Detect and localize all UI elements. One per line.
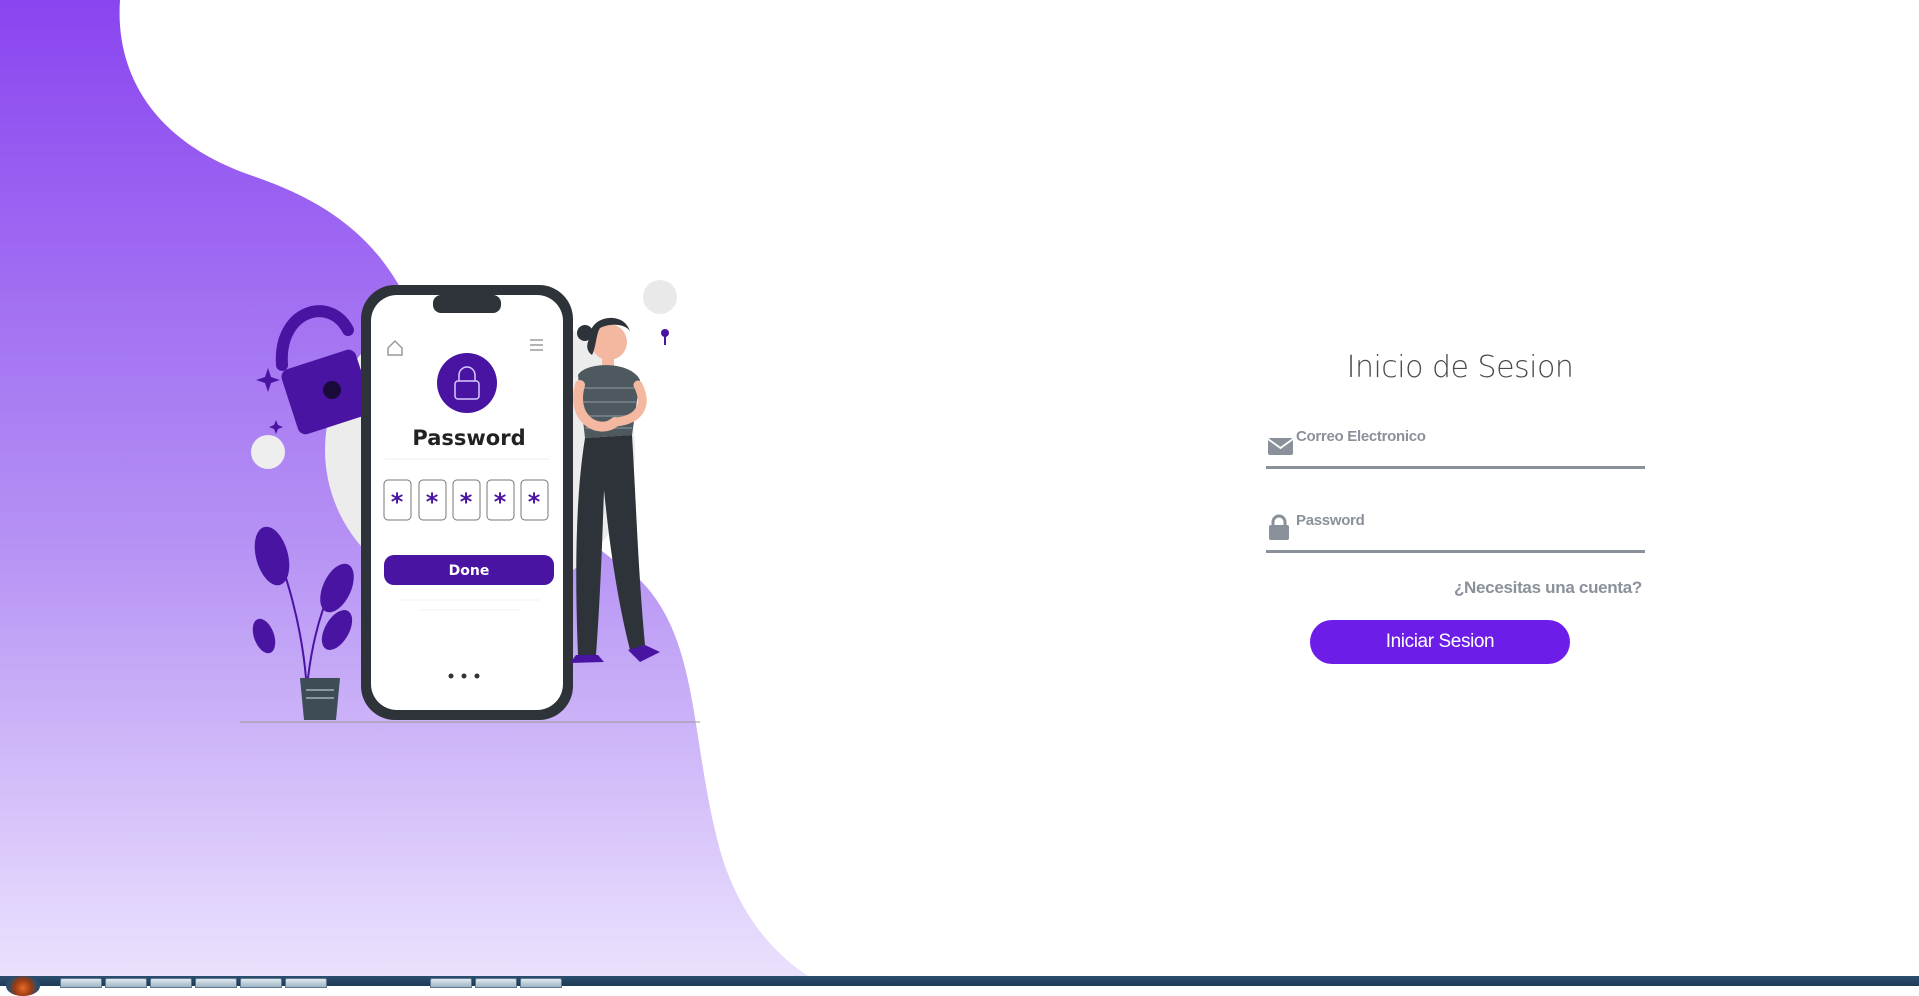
pin-symbol: * (494, 488, 507, 516)
password-illustration: Password * * * * * Done (240, 280, 700, 723)
done-label: Done (449, 563, 490, 579)
taskbar-button[interactable] (105, 978, 147, 988)
email-placeholder: Correo Electronico (1296, 428, 1426, 445)
taskbar-button[interactable] (195, 978, 237, 988)
sparkle-icon (269, 420, 283, 434)
decor-circle (251, 435, 285, 469)
password-field[interactable]: Password (1266, 506, 1645, 553)
taskbar (0, 976, 1919, 996)
password-placeholder: Password (1296, 512, 1365, 529)
pin-symbol: * (460, 488, 473, 516)
taskbar-button[interactable] (475, 978, 517, 988)
woman-graphic (570, 317, 669, 663)
need-account-link[interactable]: ¿Necesitas una cuenta? (1454, 578, 1642, 598)
plant-graphic (252, 526, 354, 720)
pin-symbol: * (391, 488, 404, 516)
decor-circle (643, 280, 677, 314)
padlock-icon (1269, 514, 1289, 540)
phone-title: Password (412, 426, 525, 450)
taskbar-button[interactable] (60, 978, 102, 988)
envelope-icon (1268, 438, 1293, 455)
login-title: Inicio de Sesion (1346, 350, 1574, 385)
windows-start-orb-icon[interactable] (6, 976, 40, 996)
taskbar-button[interactable] (430, 978, 472, 988)
taskbar-button[interactable] (150, 978, 192, 988)
taskbar-button[interactable] (520, 978, 562, 988)
taskbar-button[interactable] (240, 978, 282, 988)
pin-symbol: * (426, 488, 439, 516)
taskbar-button[interactable] (285, 978, 327, 988)
pin-symbol: * (528, 488, 541, 516)
email-field[interactable]: Correo Electronico (1266, 422, 1645, 469)
lock-badge (437, 353, 497, 413)
phone-graphic: Password * * * * * Done (361, 285, 573, 720)
sparkle-icon (256, 368, 280, 392)
sign-in-button[interactable]: Iniciar Sesion (1310, 620, 1570, 664)
